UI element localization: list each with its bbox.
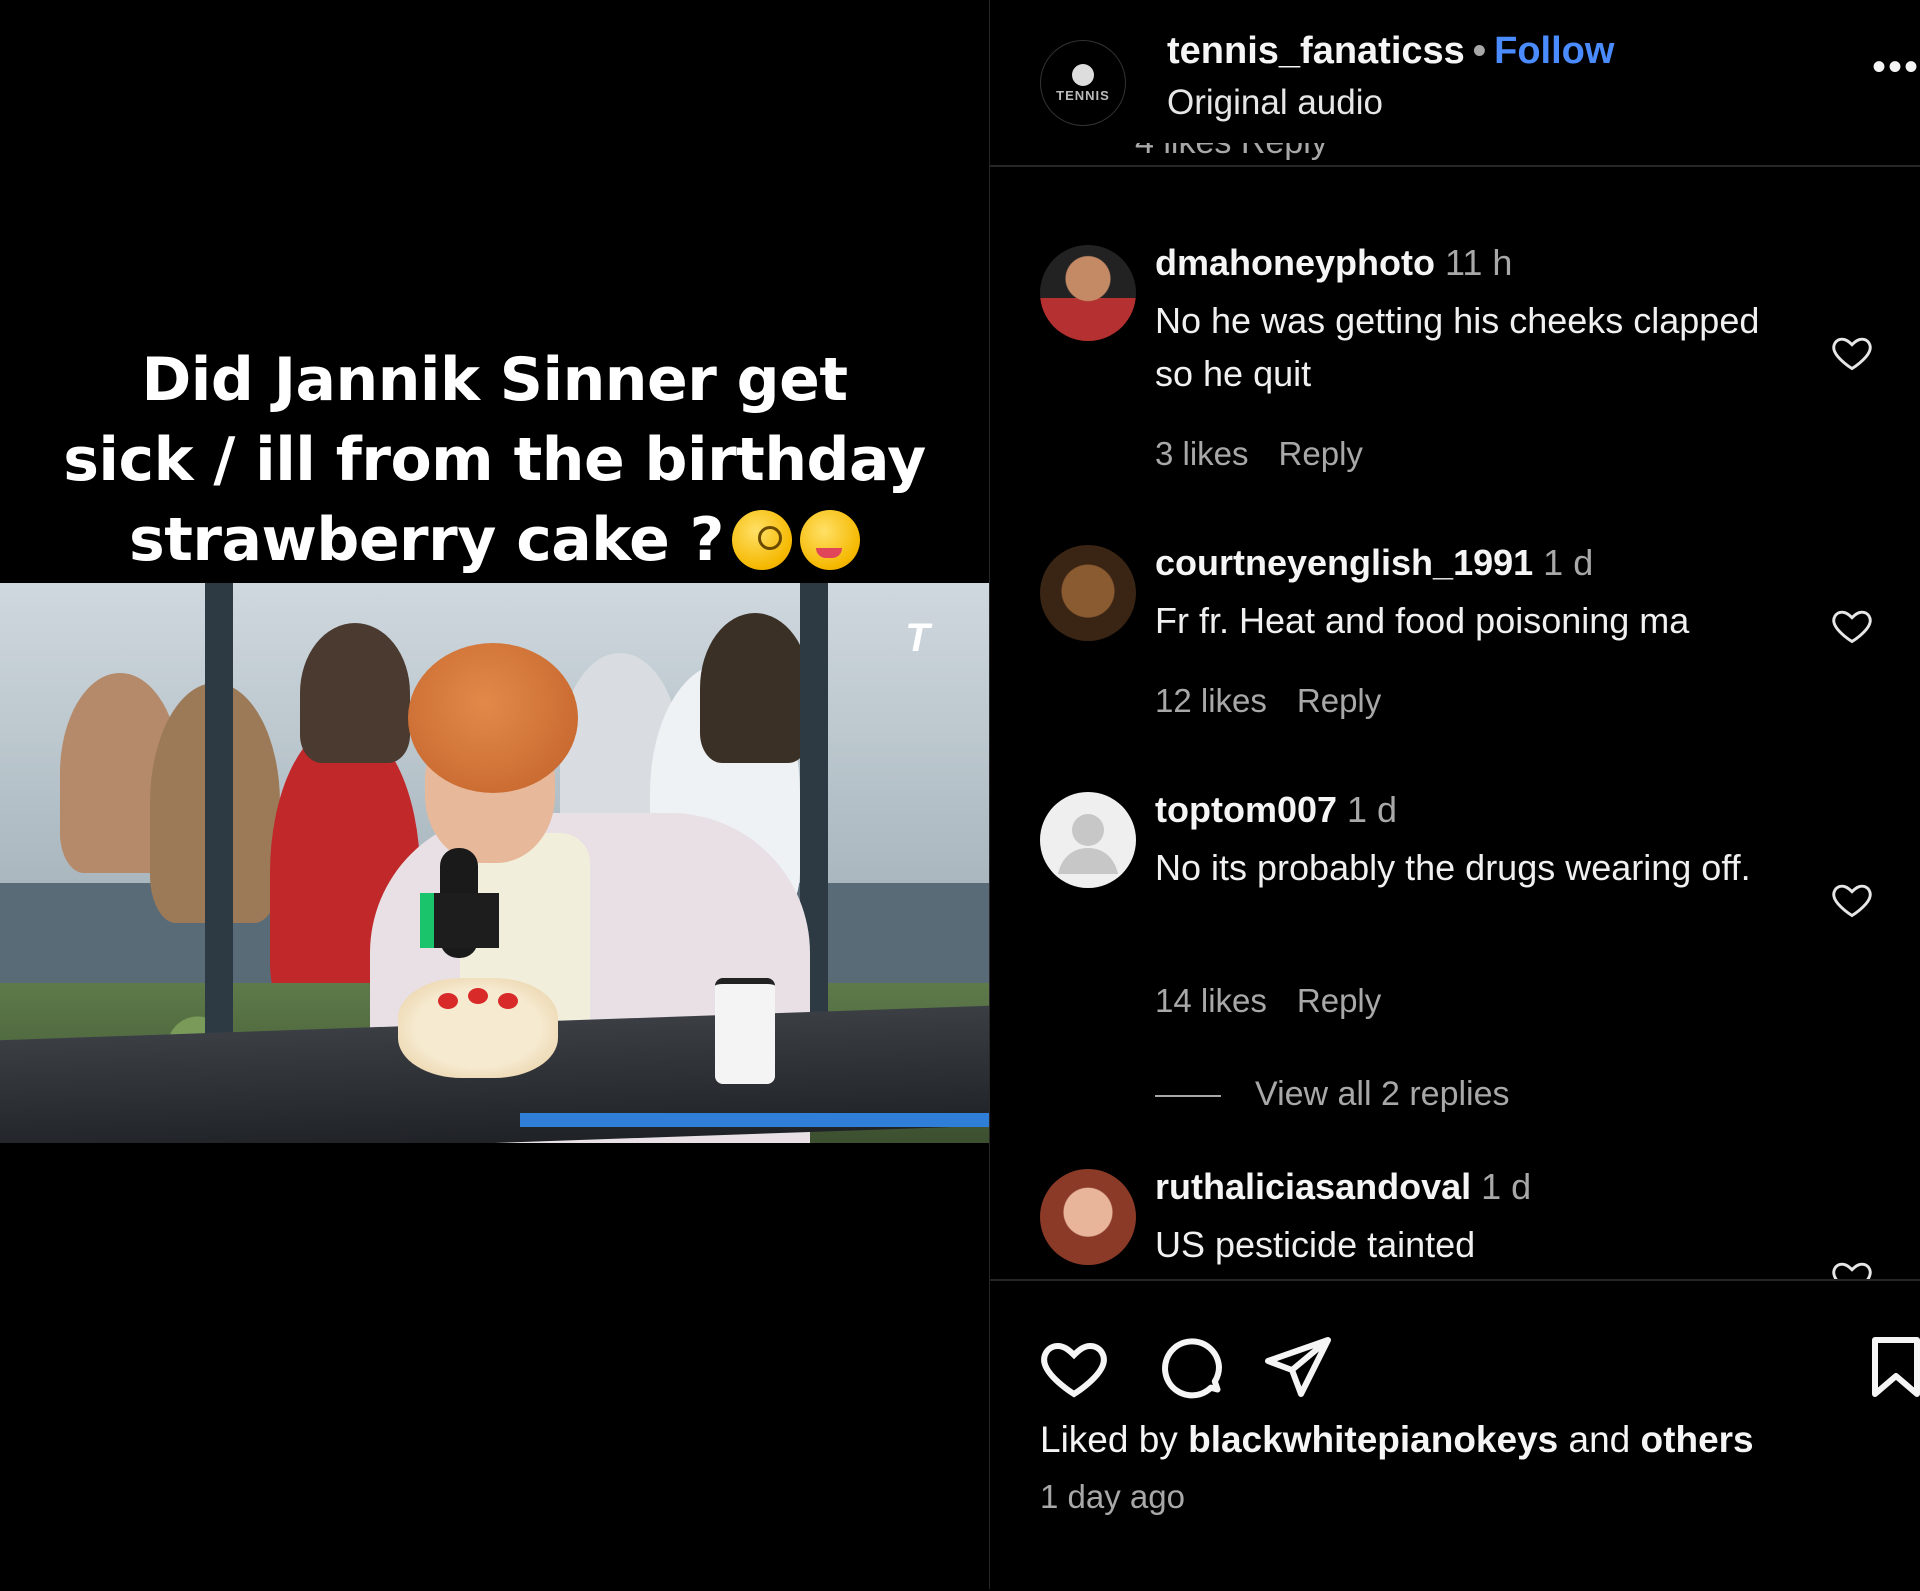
comment-time: 1 d — [1347, 789, 1398, 830]
reply-button[interactable]: Reply — [1297, 682, 1381, 719]
more-options-icon[interactable]: ••• — [1872, 45, 1920, 90]
reply-button[interactable]: Reply — [1297, 982, 1381, 1019]
comment-time: 1 d — [1481, 1166, 1532, 1207]
cut-off-comment-meta: 4 likes Reply — [1135, 143, 1435, 165]
heart-icon[interactable] — [1830, 877, 1874, 921]
replies-dash — [1155, 1095, 1221, 1098]
account-username-row: tennis_fanaticss • Follow — [1167, 30, 1614, 73]
caption-line-1: Did Jannik Sinner get — [141, 345, 848, 415]
caption-line-3-text: strawberry cake ? — [129, 505, 724, 575]
video-frame[interactable]: T — [0, 583, 989, 1143]
post-side-panel: TENNIS tennis_fanaticss • Follow Original … — [990, 0, 1920, 1589]
comment-username[interactable]: toptom007 — [1155, 789, 1337, 830]
heart-icon[interactable] — [1830, 603, 1874, 647]
woozy-face-icon — [799, 510, 860, 570]
comment-username[interactable]: ruthaliciasandoval — [1155, 1166, 1471, 1207]
default-user-icon — [1058, 814, 1118, 874]
comments-list[interactable]: dmahoneyphoto 11 h No he was getting his … — [990, 167, 1920, 1279]
microphone-flag — [420, 893, 499, 948]
post-timestamp: 1 day ago — [1040, 1478, 1185, 1515]
comment-time: 1 d — [1543, 542, 1594, 583]
commenter-avatar[interactable] — [1040, 1169, 1136, 1265]
comment-username-row: dmahoneyphoto 11 h — [1155, 242, 1512, 284]
comment-likes[interactable]: 12 likes — [1155, 682, 1267, 719]
desk-light-strip — [520, 1113, 989, 1127]
comment-meta: 3 likes Reply — [1155, 435, 1363, 473]
comment-text: US pesticide tainted — [1155, 1224, 1476, 1265]
commenter-avatar-default[interactable] — [1040, 792, 1136, 888]
strawberry — [498, 993, 518, 1009]
window-frame — [205, 583, 233, 1053]
comment-time: 11 h — [1444, 242, 1513, 283]
tennis-ball-icon — [1072, 63, 1094, 86]
cut-off-text: 4 likes Reply — [1135, 143, 1435, 162]
comment-bubble-icon[interactable] — [1156, 1331, 1228, 1403]
audio-label[interactable]: Original audio — [1167, 83, 1383, 123]
commenter-avatar[interactable] — [1040, 545, 1136, 641]
liked-by-text: Liked by blackwhitepianokeys and others — [1040, 1419, 1754, 1461]
reply-button[interactable]: Reply — [1279, 435, 1363, 472]
player-hair — [408, 643, 578, 793]
comment-text: No he was getting his cheeks clapped so … — [1155, 300, 1760, 394]
comment-text: Fr fr. Heat and food poisoning ma — [1155, 600, 1690, 641]
comment-likes[interactable]: 3 likes — [1155, 435, 1249, 472]
comment-username[interactable]: dmahoneyphoto — [1155, 242, 1435, 283]
view-replies-label: View all 2 replies — [1255, 1075, 1510, 1113]
liked-and: and — [1568, 1419, 1631, 1460]
caption-line-3: strawberry cake ? — [0, 500, 989, 580]
branded-cup — [715, 978, 775, 1084]
heart-icon[interactable] — [1830, 330, 1874, 374]
liked-others[interactable]: others — [1641, 1419, 1754, 1460]
post-header: TENNIS tennis_fanaticss • Follow Original … — [990, 0, 1920, 167]
bookmark-icon[interactable] — [1860, 1331, 1920, 1403]
comment-meta: 14 likes Reply — [1155, 982, 1381, 1020]
comment-username-row: toptom007 1 d — [1155, 789, 1397, 831]
commenter-avatar[interactable] — [1040, 245, 1136, 341]
heart-icon[interactable] — [1830, 1255, 1874, 1279]
follow-button[interactable]: Follow — [1494, 30, 1614, 72]
crowd-person — [700, 613, 810, 763]
strawberry — [438, 993, 458, 1009]
crowd-person — [300, 623, 410, 763]
strawberry-cake — [398, 978, 558, 1078]
comment-username[interactable]: courtneyenglish_1991 — [1155, 542, 1533, 583]
video-caption: Did Jannik Sinner get sick / ill from th… — [0, 340, 989, 580]
post-footer: Liked by blackwhitepianokeys and others … — [990, 1279, 1920, 1591]
view-replies-button[interactable]: View all 2 replies — [1155, 1075, 1510, 1114]
face-with-monocle-icon — [731, 510, 792, 570]
account-username[interactable]: tennis_fanaticss — [1167, 30, 1465, 72]
comment-username-row: ruthaliciasandoval 1 d — [1155, 1166, 1531, 1208]
comment-meta: 12 likes Reply — [1155, 682, 1381, 720]
comment-likes[interactable]: 14 likes — [1155, 982, 1267, 1019]
separator-dot: • — [1472, 30, 1487, 72]
strawberry — [468, 988, 488, 1004]
share-paper-plane-icon[interactable] — [1262, 1331, 1334, 1403]
comment-text: No its probably the drugs wearing off. — [1155, 847, 1751, 888]
like-heart-icon[interactable] — [1038, 1331, 1110, 1403]
caption-line-2: sick / ill from the birthday — [63, 425, 926, 495]
tennis-channel-logo: T — [905, 616, 930, 660]
avatar-label: TENNIS — [1056, 87, 1110, 103]
liked-prefix: Liked by — [1040, 1419, 1178, 1460]
liked-by-user[interactable]: blackwhitepianokeys — [1188, 1419, 1558, 1460]
post-media[interactable]: Did Jannik Sinner get sick / ill from th… — [0, 0, 989, 1589]
comment-username-row: courtneyenglish_1991 1 d — [1155, 542, 1593, 584]
account-avatar[interactable]: TENNIS — [1040, 40, 1126, 126]
